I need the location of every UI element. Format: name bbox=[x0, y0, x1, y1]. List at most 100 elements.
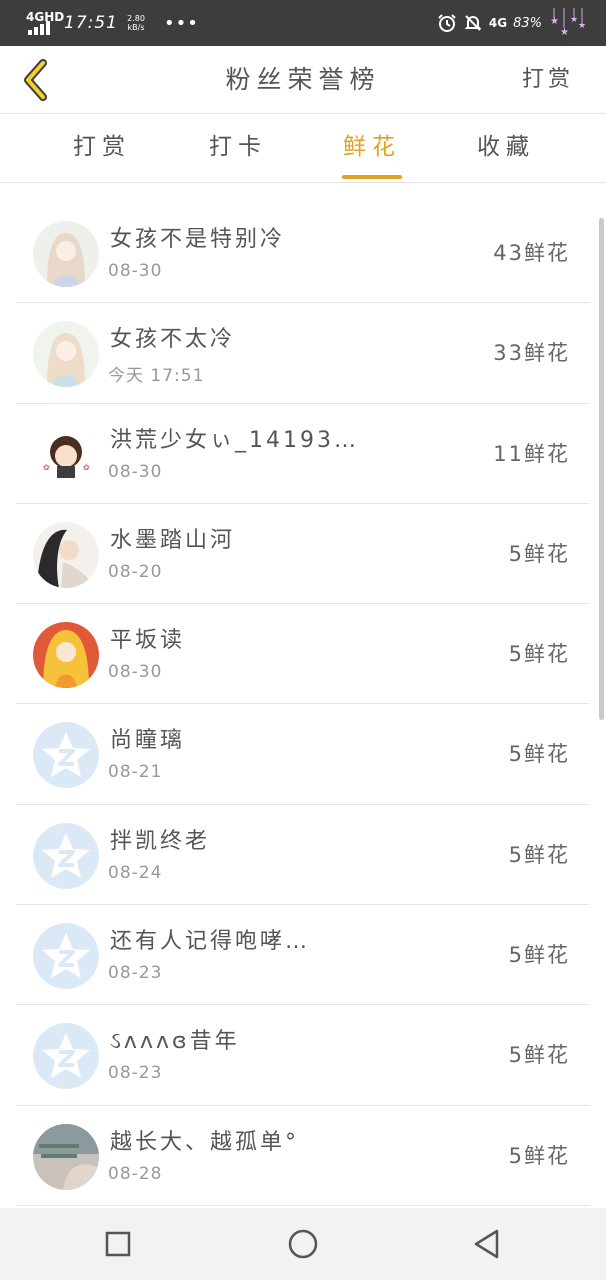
avatar[interactable] bbox=[33, 1123, 99, 1190]
user-name: 水墨踏山河 bbox=[110, 527, 236, 553]
user-name: 拌凯终老 bbox=[110, 828, 211, 854]
date: 今天 17:51 bbox=[108, 366, 205, 387]
photo-avatar-icon bbox=[33, 1123, 99, 1190]
flower-count: 5鲜花 bbox=[508, 842, 570, 867]
mute-notification-icon bbox=[464, 15, 482, 31]
tab-label: 打卡 bbox=[209, 134, 267, 160]
list-item[interactable]: 女孩不太冷 今天 17:51 33鲜花 bbox=[16, 303, 590, 404]
chibi-girl-avatar-icon: ✿ ✿ bbox=[33, 421, 99, 488]
anime-girl-avatar-icon bbox=[33, 622, 99, 689]
tab-favorites[interactable]: 收藏 bbox=[446, 115, 566, 183]
signal-indicator: 4GHD bbox=[26, 11, 64, 35]
net-speed: 2.80 kB/s bbox=[126, 14, 146, 32]
svg-text:★: ★ bbox=[550, 16, 559, 27]
list-item[interactable]: ✿ ✿ 洪荒少女ぃ_14193… 08-30 11鲜花 bbox=[16, 404, 590, 504]
net-speed-value: 2.80 bbox=[127, 14, 145, 23]
date: 08-30 bbox=[108, 461, 163, 482]
user-name: 女孩不太冷 bbox=[110, 327, 236, 353]
home-button[interactable] bbox=[281, 1222, 325, 1266]
list-item[interactable]: 拌凯终老 08-24 5鲜花 bbox=[16, 805, 590, 906]
date: 08-30 bbox=[108, 261, 163, 281]
ink-figure-avatar-icon bbox=[33, 521, 99, 588]
tab-label: 收藏 bbox=[477, 134, 535, 160]
user-name: 还有人记得咆哮… bbox=[110, 929, 311, 955]
tab-bar: 打赏 打卡 鲜花 收藏 bbox=[0, 115, 606, 183]
date: 08-23 bbox=[108, 963, 163, 984]
flower-count: 5鲜花 bbox=[508, 742, 570, 767]
avatar[interactable] bbox=[33, 722, 99, 789]
decorative-stars-icon: ★ ★ ★ ★ bbox=[550, 8, 586, 38]
flower-count: 43鲜花 bbox=[493, 241, 570, 265]
back-button[interactable] bbox=[12, 54, 60, 106]
avatar[interactable]: ✿ ✿ bbox=[33, 421, 99, 488]
anime-girl-avatar-icon bbox=[33, 321, 99, 388]
status-right: 4G 83% ★ ★ ★ ★ bbox=[437, 8, 588, 38]
list-item[interactable]: 水墨踏山河 08-20 5鲜花 bbox=[16, 504, 590, 605]
page-title: 粉丝荣誉榜 bbox=[225, 65, 381, 94]
flower-count: 11鲜花 bbox=[493, 441, 570, 466]
avatar[interactable] bbox=[33, 321, 99, 388]
date: 08-24 bbox=[108, 862, 163, 883]
scrollbar[interactable] bbox=[599, 218, 604, 720]
app-header: 粉丝荣誉榜 打赏 bbox=[0, 46, 606, 114]
avatar[interactable] bbox=[33, 221, 99, 287]
date: 08-28 bbox=[108, 1163, 163, 1184]
date: 08-21 bbox=[108, 762, 163, 783]
signal-bars-icon bbox=[28, 21, 50, 35]
circle-icon bbox=[288, 1229, 318, 1259]
fan-ranking-list: 女孩不是特别冷 08-30 43鲜花 女孩不太冷 今天 17:51 33鲜花 ✿… bbox=[16, 203, 590, 1208]
avatar[interactable] bbox=[33, 923, 99, 990]
list-item[interactable]: 尚瞳璃 08-21 5鲜花 bbox=[16, 704, 590, 805]
list-item[interactable]: 还有人记得咆哮… 08-23 5鲜花 bbox=[16, 905, 590, 1006]
user-name: 洪荒少女ぃ_14193… bbox=[110, 427, 359, 453]
avatar[interactable] bbox=[33, 622, 99, 689]
system-back-button[interactable] bbox=[465, 1222, 509, 1266]
flower-count: 5鲜花 bbox=[508, 943, 570, 968]
status-left: 4GHD 17:51 2.80 kB/s ••• bbox=[26, 10, 199, 36]
anime-girl-avatar-icon bbox=[33, 221, 99, 287]
tab-checkin[interactable]: 打卡 bbox=[178, 115, 298, 183]
default-qq-avatar-icon bbox=[33, 923, 99, 990]
list-item[interactable]: 越长大、越孤单° 08-28 5鲜花 bbox=[16, 1106, 590, 1206]
active-tab-indicator bbox=[342, 175, 402, 179]
list-item[interactable]: 女孩不是特别冷 08-30 43鲜花 bbox=[16, 203, 590, 304]
list-item[interactable]: ઽᴧᴧᴧɞ昔年 08-23 5鲜花 bbox=[16, 1005, 590, 1106]
net-speed-unit: kB/s bbox=[127, 23, 145, 32]
default-qq-avatar-icon bbox=[33, 722, 99, 789]
date: 08-20 bbox=[108, 561, 163, 582]
default-qq-avatar-icon bbox=[33, 1023, 99, 1090]
list-item[interactable]: 平坂读 08-30 5鲜花 bbox=[16, 604, 590, 705]
tab-flowers[interactable]: 鲜花 bbox=[312, 115, 432, 183]
svg-text:✿: ✿ bbox=[43, 463, 50, 472]
user-name: 平坂读 bbox=[110, 628, 186, 654]
tip-button[interactable]: 打赏 bbox=[522, 46, 574, 114]
user-name: 尚瞳璃 bbox=[110, 728, 186, 754]
triangle-back-icon bbox=[474, 1229, 499, 1259]
date: 08-23 bbox=[108, 1063, 163, 1084]
svg-text:★: ★ bbox=[560, 27, 569, 38]
network-4g-indicator: 4G bbox=[488, 16, 508, 30]
battery-level: 83% bbox=[513, 15, 542, 31]
status-bar: 4GHD 17:51 2.80 kB/s ••• 4G 83% ★ ★ ★ ★ bbox=[0, 0, 606, 46]
more-notifications-icon: ••• bbox=[164, 12, 199, 34]
avatar[interactable] bbox=[33, 1023, 99, 1090]
user-name: ઽᴧᴧᴧɞ昔年 bbox=[110, 1029, 240, 1055]
date: 08-30 bbox=[108, 662, 163, 683]
recent-apps-button[interactable] bbox=[96, 1222, 140, 1266]
user-name: 越长大、越孤单° bbox=[110, 1129, 300, 1155]
flower-count: 5鲜花 bbox=[508, 642, 570, 667]
alarm-icon bbox=[438, 14, 456, 32]
flower-count: 5鲜花 bbox=[508, 541, 570, 566]
svg-text:✿: ✿ bbox=[83, 463, 90, 472]
system-nav-bar bbox=[0, 1208, 606, 1280]
avatar[interactable] bbox=[33, 521, 99, 588]
tab-tips[interactable]: 打赏 bbox=[42, 115, 162, 183]
default-qq-avatar-icon bbox=[33, 822, 99, 889]
svg-text:★: ★ bbox=[570, 15, 578, 25]
clock: 17:51 bbox=[64, 13, 118, 33]
tab-label: 打赏 bbox=[73, 134, 131, 160]
flower-count: 5鲜花 bbox=[508, 1143, 570, 1168]
avatar[interactable] bbox=[33, 822, 99, 889]
tab-label: 鲜花 bbox=[343, 134, 401, 160]
user-name: 女孩不是特别冷 bbox=[110, 227, 286, 252]
